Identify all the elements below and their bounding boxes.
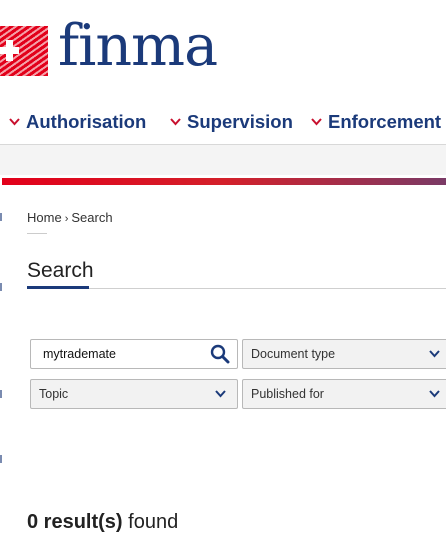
title-underline [27, 286, 89, 289]
edge-marker [0, 390, 2, 398]
nav-item-authorisation[interactable]: Authorisation [9, 108, 146, 136]
search-icon[interactable] [209, 343, 231, 365]
edge-marker [0, 213, 2, 221]
title-divider [27, 288, 446, 289]
breadcrumb-home-link[interactable]: Home [27, 210, 62, 225]
nav-item-supervision[interactable]: Supervision [170, 108, 293, 136]
search-input-value: mytrademate [43, 347, 116, 361]
breadcrumb-current: Search [71, 210, 113, 225]
search-input[interactable]: mytrademate [30, 339, 238, 369]
logo-wordmark: finma [58, 13, 218, 79]
results-count: 0 result(s) [27, 511, 123, 533]
nav-label-supervision: Supervision [187, 111, 293, 132]
subnav-band [0, 145, 446, 175]
chevron-down-icon [423, 343, 445, 365]
nav-item-enforcement[interactable]: Enforcement [311, 108, 441, 136]
chevron-down-icon [423, 383, 445, 405]
published-for-label: Published for [251, 387, 324, 401]
nav-label-authorisation: Authorisation [26, 111, 147, 132]
results-suffix: found [128, 511, 179, 533]
chevron-down-icon [209, 383, 231, 405]
topic-select[interactable]: Topic [30, 379, 238, 409]
results-summary: 0 result(s) found [27, 511, 178, 534]
swiss-flag-icon [0, 26, 48, 76]
accent-bar [2, 178, 446, 185]
published-for-select[interactable]: Published for [242, 379, 446, 409]
page-title: Search [27, 259, 94, 282]
topic-label: Topic [39, 387, 69, 401]
chevron-down-icon [170, 118, 181, 126]
edge-marker [0, 455, 2, 463]
breadcrumb-separator: › [64, 213, 69, 225]
breadcrumb-divider [27, 233, 47, 234]
document-type-select[interactable]: Document type [242, 339, 446, 369]
chevron-down-icon [9, 118, 20, 126]
nav-label-enforcement: Enforcement [328, 111, 442, 132]
breadcrumb: Home › Search [27, 210, 113, 225]
chevron-down-icon [311, 118, 322, 126]
edge-marker [0, 283, 2, 291]
main-navigation: Authorisation Supervision Enforcement [0, 108, 446, 136]
document-type-label: Document type [251, 347, 336, 361]
